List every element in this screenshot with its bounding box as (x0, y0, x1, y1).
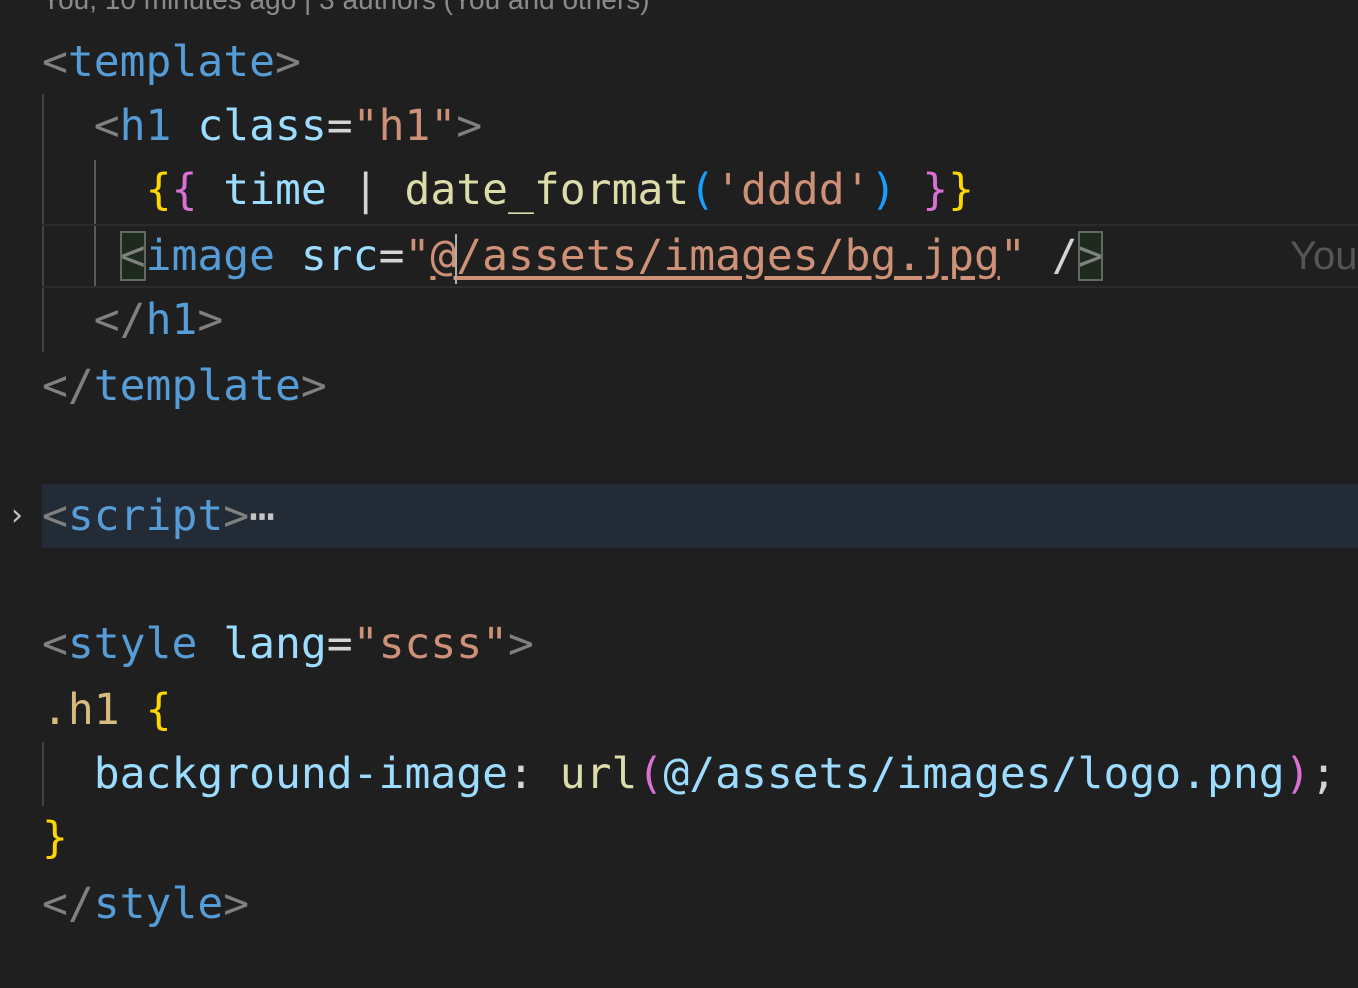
token-bracket: } (922, 165, 949, 215)
token-bracket: { (171, 165, 198, 215)
token-tag: style (67, 619, 198, 669)
token-bracket: } (948, 165, 975, 215)
token-punctuation: < (93, 101, 120, 151)
token-tag: image (145, 231, 276, 281)
token-punctuation: / (1051, 231, 1078, 281)
token-tag: h1 (145, 295, 198, 345)
code-line[interactable]: <h1 class="h1"> (0, 94, 1358, 158)
token-operator: = (326, 619, 353, 669)
token-function: url (559, 749, 638, 799)
code-line[interactable]: } (0, 806, 1358, 870)
token-tag: script (67, 491, 224, 541)
code-line[interactable]: </template> (0, 354, 1358, 418)
token-punctuation: > (223, 491, 250, 541)
code-line-active[interactable]: <image src="@/assets/images/bg.jpg" /> Y… (42, 224, 1358, 288)
matching-bracket: > (1077, 231, 1104, 281)
code-line[interactable]: background-image: url(@/assets/images/lo… (0, 742, 1358, 806)
token-attribute: class (197, 101, 327, 151)
inline-blame: You (1290, 234, 1358, 278)
token-string: "h1" (352, 101, 457, 151)
token-bracket: ) (1284, 749, 1311, 799)
code-line[interactable]: .h1 { (0, 678, 1358, 742)
token-punctuation: </ (93, 295, 146, 345)
code-line-folded[interactable]: <script>⋯ (42, 484, 1358, 548)
chevron-right-icon[interactable]: › (4, 484, 30, 548)
token-punctuation: </ (42, 361, 94, 411)
token-punctuation: > (508, 619, 534, 669)
token-punctuation: < (42, 37, 68, 87)
token-punctuation: > (300, 361, 327, 411)
token-property: background-image (93, 749, 508, 799)
token-bracket: ) (870, 165, 897, 215)
token-tag: style (93, 879, 224, 929)
token-bracket: { (145, 685, 172, 735)
token-punctuation: > (223, 879, 250, 929)
token-punctuation: > (197, 295, 224, 345)
token-link[interactable]: @ (430, 231, 456, 281)
token-punctuation: ; (1310, 749, 1337, 799)
token-bracket: { (145, 165, 172, 215)
token-punctuation: > (275, 37, 301, 87)
token-variable: time (223, 165, 327, 215)
token-punctuation: < (42, 619, 68, 669)
token-string: 'dddd' (715, 165, 871, 215)
code-line[interactable]: <template> (0, 30, 1358, 94)
token-url: @/assets/images/logo.png (663, 749, 1285, 799)
git-blame-codelens[interactable]: You, 10 minutes ago | 3 authors (You and… (42, 0, 650, 16)
token-tag: template (67, 37, 275, 87)
matching-bracket: < (119, 231, 146, 281)
token-operator: = (326, 101, 353, 151)
token-string: " (999, 231, 1026, 281)
token-bracket: ( (689, 165, 716, 215)
token-bracket: ( (637, 749, 664, 799)
token-punctuation: < (42, 491, 68, 541)
code-editor[interactable]: You, 10 minutes ago | 3 authors (You and… (0, 0, 1358, 988)
token-string: " (404, 231, 431, 281)
code-line[interactable]: </style> (0, 872, 1358, 936)
token-string: "scss" (352, 619, 509, 669)
fold-ellipsis-icon[interactable]: ⋯ (249, 491, 275, 541)
token-tag: template (93, 361, 301, 411)
token-tag: h1 (119, 101, 172, 151)
token-operator: | (352, 165, 379, 215)
token-operator: = (378, 231, 405, 281)
code-line[interactable]: <style lang="scss"> (0, 612, 1358, 676)
token-attribute: lang (223, 619, 327, 669)
token-punctuation: > (456, 101, 483, 151)
token-selector: .h1 (42, 685, 120, 735)
code-line[interactable]: </h1> (0, 288, 1358, 352)
token-punctuation: : (508, 749, 534, 799)
token-punctuation: </ (42, 879, 94, 929)
token-function: date_format (404, 165, 690, 215)
token-attribute: src (300, 231, 379, 281)
token-bracket: } (42, 813, 68, 863)
code-line[interactable]: {{ time | date_format('dddd') }} (0, 158, 1358, 222)
token-link[interactable]: /assets/images/bg.jpg (456, 231, 1000, 281)
